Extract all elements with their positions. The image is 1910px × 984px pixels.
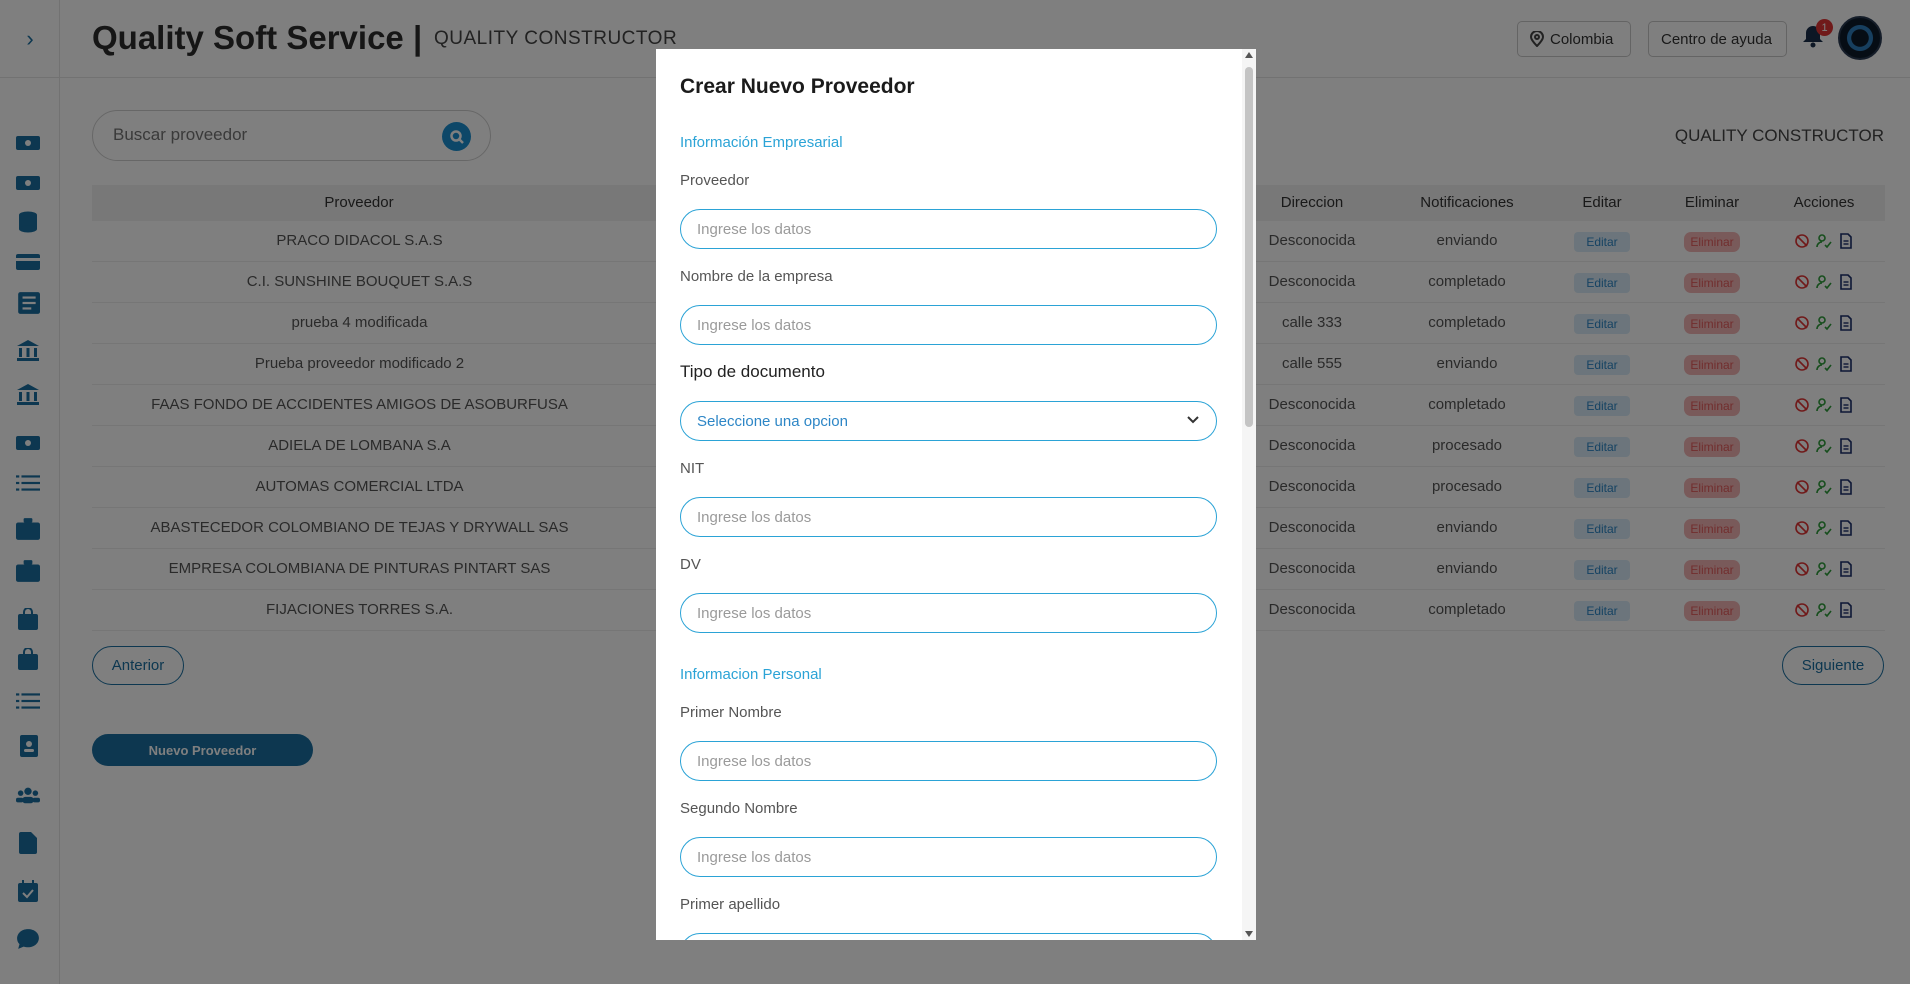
chevron-down-icon	[1186, 413, 1200, 427]
primer-apellido-input[interactable]	[680, 933, 1217, 940]
label-primer-nombre: Primer Nombre	[680, 704, 782, 721]
label-proveedor: Proveedor	[680, 172, 750, 189]
empresa-input[interactable]	[680, 305, 1217, 345]
proveedor-input[interactable]	[680, 209, 1217, 249]
label-nit: NIT	[680, 460, 705, 477]
scroll-up-arrow[interactable]	[1245, 52, 1253, 58]
nit-input[interactable]	[680, 497, 1217, 537]
scroll-thumb[interactable]	[1245, 67, 1253, 427]
label-primer-apellido: Primer apellido	[680, 896, 781, 913]
section-personal-info: Informacion Personal	[680, 666, 822, 683]
scroll-down-arrow[interactable]	[1245, 931, 1253, 937]
modal-scrollbar[interactable]	[1242, 49, 1256, 940]
select-value: Seleccione una opcion	[697, 412, 848, 430]
label-segundo-nombre: Segundo Nombre	[680, 800, 798, 817]
section-business-info: Información Empresarial	[680, 134, 843, 151]
label-dv: DV	[680, 556, 701, 573]
dv-input[interactable]	[680, 593, 1217, 633]
label-tipo-documento: Tipo de documento	[680, 362, 825, 381]
primer-nombre-input[interactable]	[680, 741, 1217, 781]
segundo-nombre-input[interactable]	[680, 837, 1217, 877]
tipo-documento-select[interactable]: Seleccione una opcion	[680, 401, 1217, 441]
label-empresa: Nombre de la empresa	[680, 268, 833, 285]
create-provider-modal: Crear Nuevo Proveedor Información Empres…	[656, 49, 1256, 940]
modal-title: Crear Nuevo Proveedor	[680, 75, 915, 98]
